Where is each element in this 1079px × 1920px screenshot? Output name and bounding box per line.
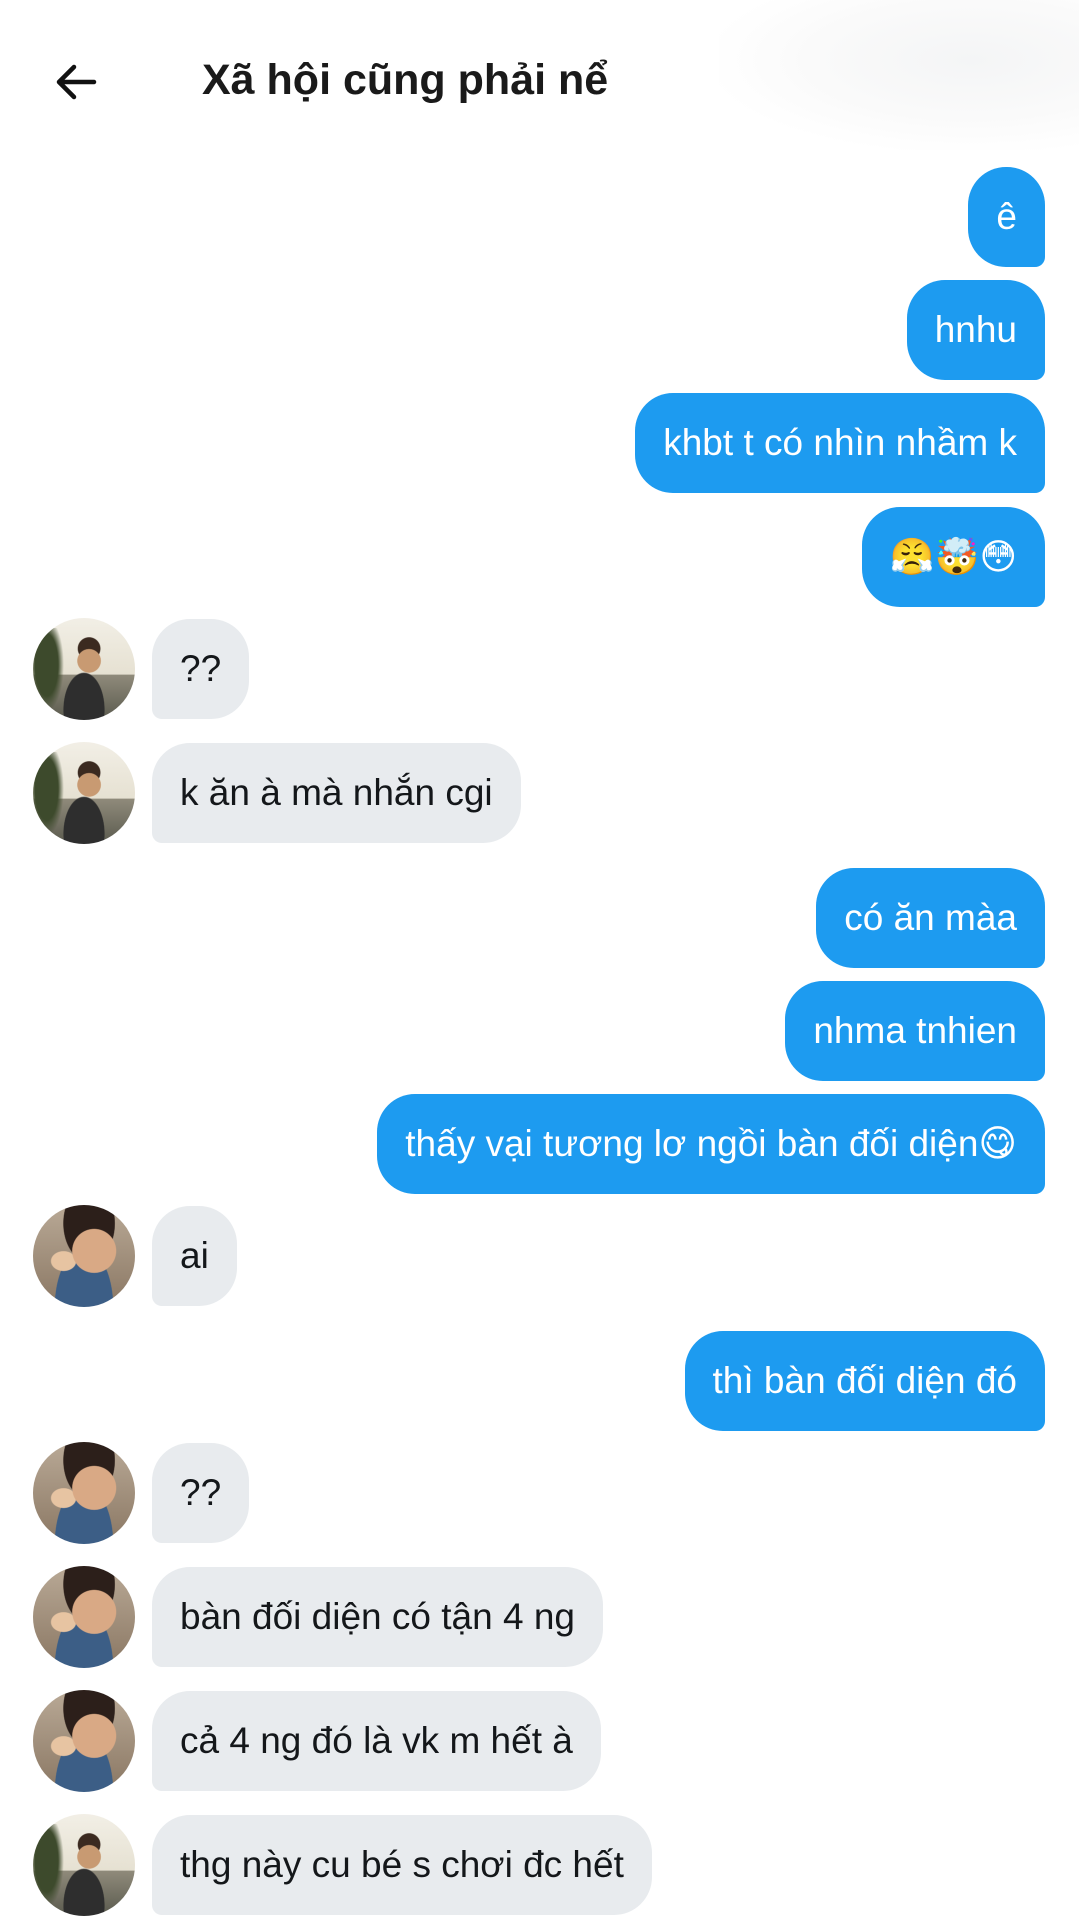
header-bar: Xã hội cũng phải nể xyxy=(0,0,1079,160)
incoming-message[interactable]: ai xyxy=(152,1206,237,1306)
incoming-message[interactable]: bàn đối diện có tận 4 ng xyxy=(152,1567,603,1667)
avatar[interactable] xyxy=(33,1814,135,1916)
incoming-message[interactable]: thg này cu bé s chơi đc hết xyxy=(152,1815,652,1915)
incoming-message[interactable]: ?? xyxy=(152,619,250,719)
avatar[interactable] xyxy=(33,1205,135,1307)
outgoing-message[interactable]: thì bàn đối diện đó xyxy=(684,1331,1045,1431)
incoming-message[interactable]: ?? xyxy=(152,1443,250,1543)
outgoing-message[interactable]: nhma tnhien xyxy=(785,981,1045,1081)
background-smudge xyxy=(719,0,1079,150)
conversation-title: Xã hội cũng phải nể xyxy=(202,56,609,104)
avatar[interactable] xyxy=(33,742,135,844)
outgoing-message[interactable]: thấy vại tương lơ ngồi bàn đối diện😋 xyxy=(377,1094,1045,1194)
incoming-message[interactable]: cả 4 ng đó là vk m hết à xyxy=(152,1691,601,1791)
arrow-left-icon xyxy=(56,64,97,100)
avatar[interactable] xyxy=(33,1566,135,1668)
outgoing-message[interactable]: có ăn màa xyxy=(816,868,1045,968)
outgoing-message[interactable]: hnhu xyxy=(906,280,1045,380)
avatar[interactable] xyxy=(33,1690,135,1792)
outgoing-message[interactable]: ê xyxy=(968,167,1045,267)
avatar[interactable] xyxy=(33,1442,135,1544)
incoming-message[interactable]: k ăn à mà nhắn cgi xyxy=(152,743,521,843)
back-button[interactable] xyxy=(44,50,108,114)
outgoing-message[interactable]: 😤🤯😳 xyxy=(861,507,1045,607)
outgoing-message[interactable]: khbt t có nhìn nhầm k xyxy=(635,393,1045,493)
avatar[interactable] xyxy=(33,618,135,720)
